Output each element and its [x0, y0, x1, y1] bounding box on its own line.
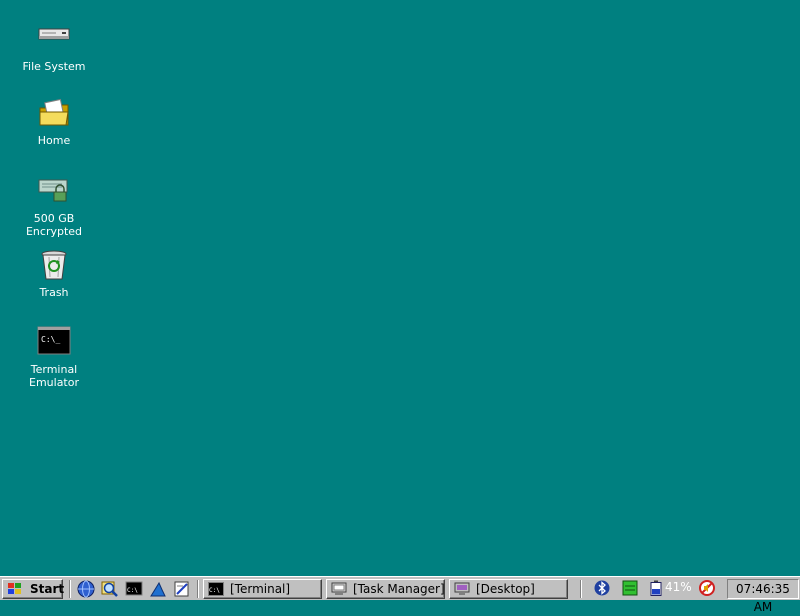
drive-icon — [36, 22, 72, 58]
taskbar-separator — [580, 580, 582, 598]
task-label: [Desktop] — [476, 582, 535, 596]
taskbar: Start C:\ C:\ [Terminal] [Task Manager] … — [0, 576, 800, 614]
bluetooth-icon[interactable] — [594, 580, 610, 596]
task-label: [Task Manager] — [353, 582, 445, 596]
desktop-icon-encrypted-drive[interactable]: 500 GB Encrypted — [9, 174, 99, 238]
task-manager-icon — [331, 582, 347, 596]
task-button-desktop[interactable]: [Desktop] — [449, 579, 568, 599]
folder-icon — [36, 96, 72, 132]
desktop-icon-home[interactable]: Home — [9, 96, 99, 147]
terminal-icon: C:\ — [208, 582, 224, 596]
taskbar-separator — [197, 580, 199, 598]
battery-icon[interactable] — [649, 580, 665, 596]
battery-percentage: 41% — [665, 580, 692, 594]
task-button-task-manager[interactable]: [Task Manager] — [326, 579, 445, 599]
terminal-icon[interactable]: C:\ — [125, 580, 143, 598]
task-button-terminal[interactable]: C:\ [Terminal] — [203, 579, 322, 599]
start-button[interactable]: Start — [2, 579, 65, 599]
no-sound-icon[interactable] — [699, 580, 715, 596]
icon-label: File System — [22, 60, 86, 73]
icon-label: Terminal Emulator — [29, 363, 79, 389]
icon-label: Home — [37, 134, 71, 147]
desktop-icon — [454, 582, 470, 596]
svg-text:C:\: C:\ — [127, 587, 138, 594]
system-tray: 41% — [583, 579, 726, 599]
terminal-icon: C:\_ — [36, 325, 72, 361]
start-label: Start — [30, 582, 65, 596]
trash-icon — [36, 248, 72, 284]
desktop[interactable]: File System Home 500 GB Encrypted Trash … — [0, 0, 800, 576]
desktop-icon-file-system[interactable]: File System — [9, 22, 99, 73]
desktop-icon-trash[interactable]: Trash — [9, 248, 99, 299]
desktop-icon-terminal-emulator[interactable]: C:\_ Terminal Emulator — [9, 325, 99, 389]
windows-logo-icon — [8, 583, 22, 595]
svg-text:C:\_: C:\_ — [41, 335, 60, 344]
clock[interactable]: 07:46:35 AM — [727, 579, 799, 614]
search-icon[interactable] — [101, 580, 119, 598]
browser-icon[interactable] — [77, 580, 95, 598]
icon-label: 500 GB Encrypted — [25, 212, 83, 238]
notepad-icon[interactable] — [173, 580, 191, 598]
icon-label: Trash — [39, 286, 69, 299]
encrypted-drive-icon — [36, 174, 72, 210]
task-label: [Terminal] — [230, 582, 291, 596]
taskbar-separator — [69, 580, 71, 598]
network-icon[interactable] — [622, 580, 638, 596]
shark-icon[interactable] — [149, 580, 167, 598]
svg-text:C:\: C:\ — [209, 587, 220, 594]
